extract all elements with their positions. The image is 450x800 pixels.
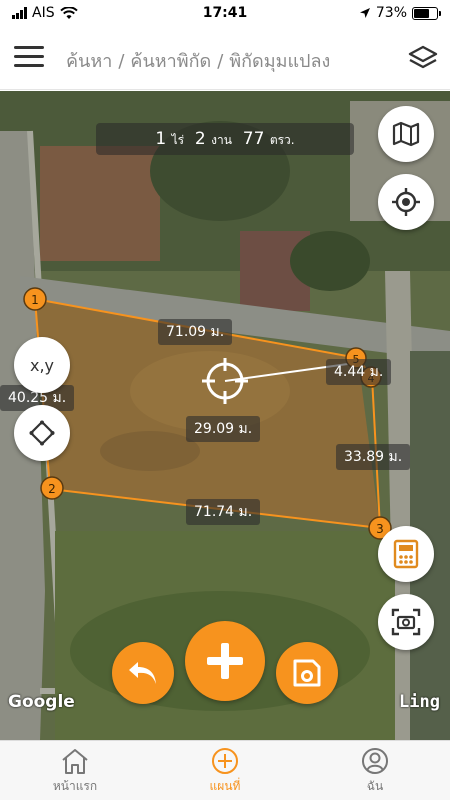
svg-text:3: 3 (376, 522, 384, 536)
battery-icon (412, 6, 441, 20)
tab-map-label: แผนที่ (209, 779, 241, 793)
ngan-value: 2 (194, 129, 206, 149)
bottom-tab-bar: หน้าแรก แผนที่ ฉัน (0, 740, 450, 800)
edge-length-right: 33.89 ม. (336, 444, 411, 470)
diamond-shape-icon (29, 420, 55, 446)
breadcrumb-plot-corners: พิกัดมุมแปลง (229, 51, 331, 72)
add-point-button[interactable] (185, 621, 265, 701)
tab-map[interactable]: แผนที่ (175, 747, 275, 796)
tab-home-label: หน้าแรก (52, 779, 98, 793)
save-icon (293, 659, 321, 687)
satellite-map[interactable]: 1 2 3 4 5 1 ไร่ 2 งาน 77 ตรว. 71.09 ม. 4… (0, 91, 450, 740)
edge-length-short: 4.44 ม. (326, 359, 392, 385)
calculator-icon (393, 539, 419, 569)
save-button[interactable] (276, 642, 338, 704)
edge-length-top: 71.09 ม. (158, 319, 233, 345)
layers-icon[interactable] (408, 44, 438, 72)
xy-coordinate-button[interactable]: x,y (14, 337, 70, 393)
rai-value: 1 (155, 129, 167, 149)
map-type-button[interactable] (378, 106, 434, 162)
add-plus-icon (207, 643, 243, 679)
breadcrumb-separator: / (217, 51, 224, 72)
svg-text:2: 2 (48, 482, 56, 496)
rai-unit: ไร่ (171, 133, 185, 147)
camera-scan-icon (391, 608, 421, 636)
wa-value: 77 (242, 129, 265, 149)
wa-unit: ตรว. (269, 133, 295, 147)
breadcrumb: ค้นหา / ค้นหาพิกัด / พิกัดมุมแปลง (66, 46, 330, 75)
map-icon (392, 121, 420, 147)
edge-length-bottom: 71.74 ม. (186, 499, 261, 525)
status-bar: AIS 17:41 73% (0, 0, 450, 28)
svg-text:1: 1 (31, 293, 39, 307)
area-summary: 1 ไร่ 2 งาน 77 ตรว. (96, 123, 354, 155)
google-attribution: Google (8, 692, 75, 712)
tab-profile-label: ฉัน (366, 779, 384, 793)
user-icon (362, 748, 388, 774)
tab-profile[interactable]: ฉัน (325, 747, 425, 796)
vertex-marker[interactable]: 2 (40, 476, 64, 500)
xy-label: x,y (29, 355, 55, 375)
app-header: ค้นหา / ค้นหาพิกัด / พิกัดมุมแปลง (0, 28, 450, 90)
ngan-unit: งาน (211, 133, 232, 147)
undo-icon (129, 662, 156, 684)
tab-home[interactable]: หน้าแรก (25, 747, 125, 796)
add-circle-icon (212, 748, 238, 774)
location-arrow-icon (359, 8, 370, 18)
breadcrumb-separator: / (118, 51, 125, 72)
home-icon (62, 749, 88, 774)
scan-button[interactable] (378, 594, 434, 650)
hamburger-icon[interactable] (14, 46, 44, 70)
crosshair-target-icon (392, 188, 420, 216)
vertex-marker[interactable]: 1 (23, 287, 47, 311)
crosshair-distance: 29.09 ม. (186, 416, 261, 442)
breadcrumb-search[interactable]: ค้นหา (66, 51, 112, 72)
imagery-attribution: Ling (399, 692, 440, 712)
breadcrumb-coordinate-search[interactable]: ค้นหาพิกัด (130, 51, 211, 72)
my-location-button[interactable] (378, 174, 434, 230)
calculator-button[interactable] (378, 526, 434, 582)
draw-polygon-button[interactable] (14, 405, 70, 461)
battery-percent: 73% (375, 5, 407, 21)
undo-button[interactable] (112, 642, 174, 704)
